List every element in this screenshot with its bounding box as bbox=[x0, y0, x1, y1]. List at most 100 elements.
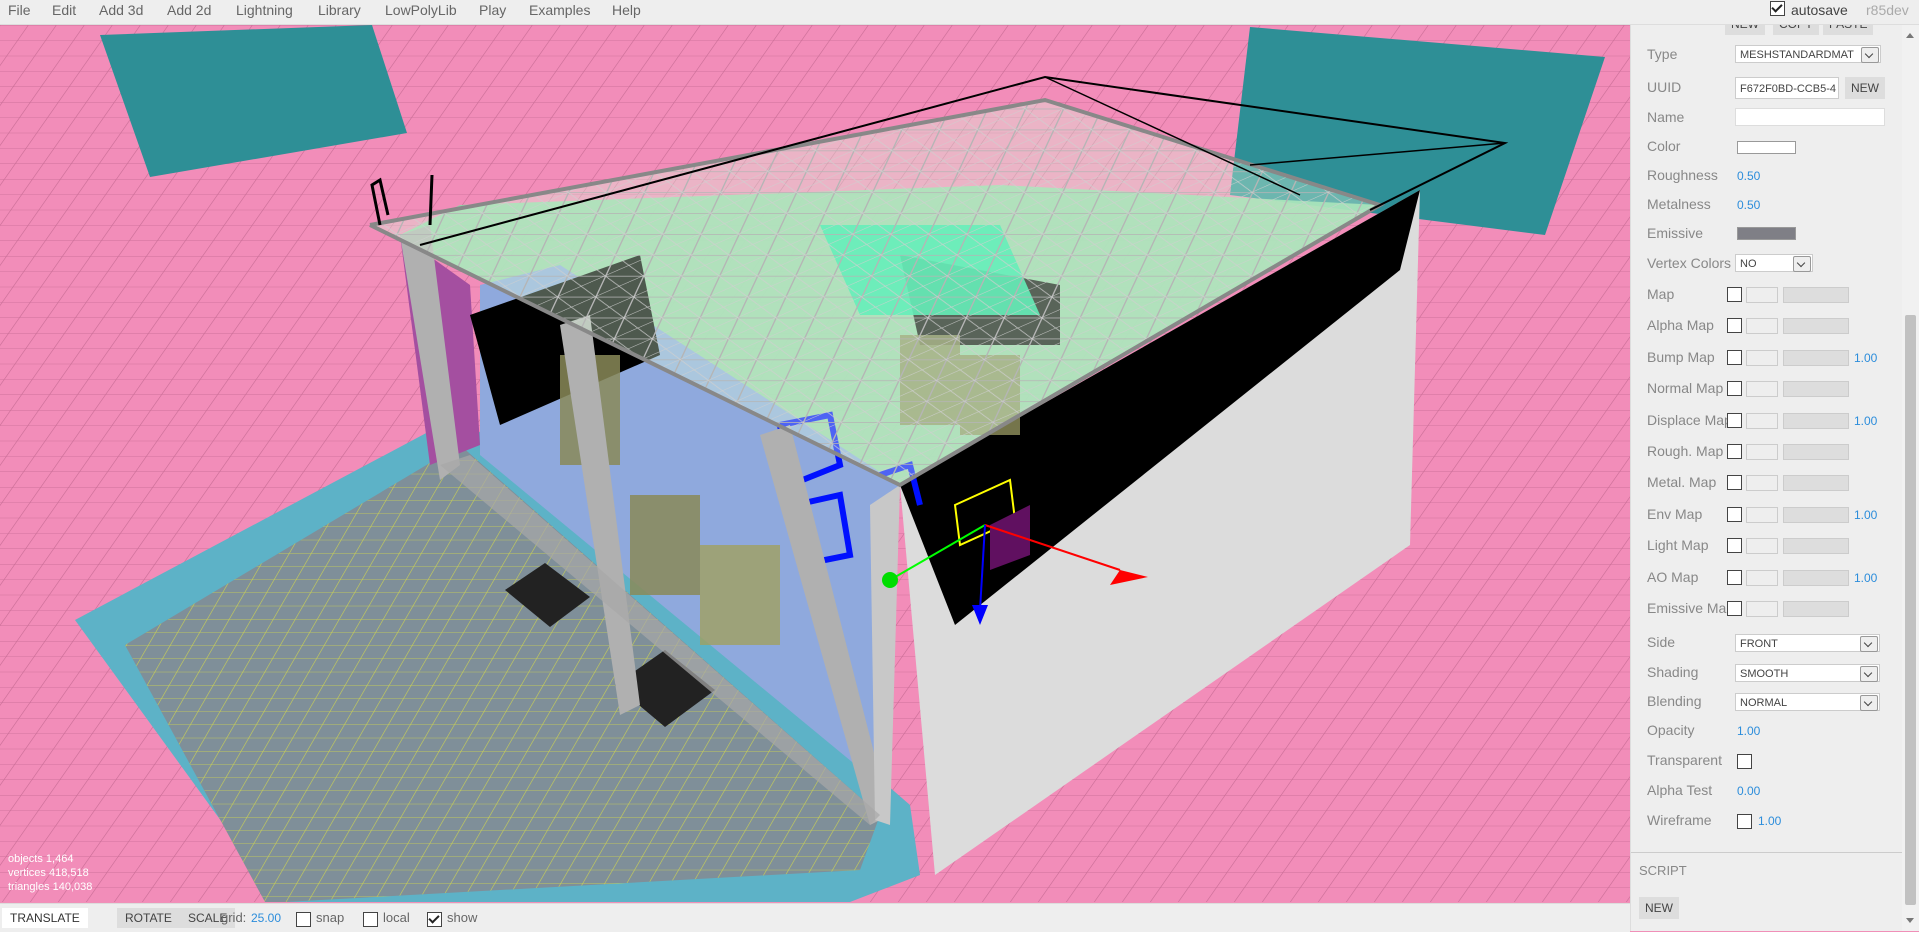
alpha-map-checkbox[interactable] bbox=[1727, 318, 1742, 333]
env-map-checkbox[interactable] bbox=[1727, 507, 1742, 522]
displace-map-row: Displace Map 1.00 bbox=[1639, 409, 1894, 433]
ao-map-thumbnail[interactable] bbox=[1746, 570, 1778, 586]
metal-map-slot[interactable] bbox=[1783, 475, 1849, 491]
emissive-swatch[interactable] bbox=[1737, 227, 1796, 240]
shading-select[interactable]: SMOOTH bbox=[1735, 664, 1880, 682]
light-map-label: Light Map bbox=[1647, 537, 1709, 553]
color-row: Color bbox=[1639, 135, 1894, 159]
metalness-label: Metalness bbox=[1647, 196, 1711, 212]
metal-map-thumbnail[interactable] bbox=[1746, 475, 1778, 491]
transparent-row: Transparent bbox=[1639, 749, 1894, 773]
map-slot[interactable] bbox=[1783, 287, 1849, 303]
grid-value-input[interactable]: 25.00 bbox=[251, 908, 281, 928]
light-map-checkbox[interactable] bbox=[1727, 538, 1742, 553]
menu-edit[interactable]: Edit bbox=[52, 0, 76, 24]
vertex-colors-select[interactable]: NO bbox=[1735, 254, 1813, 272]
snap-checkbox[interactable] bbox=[296, 912, 311, 927]
env-map-slot[interactable] bbox=[1783, 507, 1849, 523]
color-swatch[interactable] bbox=[1737, 141, 1796, 154]
ao-map-slot[interactable] bbox=[1783, 570, 1849, 586]
menu-file[interactable]: File bbox=[8, 0, 31, 24]
sidebar-scrollbar[interactable] bbox=[1902, 25, 1919, 931]
light-map-thumbnail[interactable] bbox=[1746, 538, 1778, 554]
alpha-test-row: Alpha Test 0.00 bbox=[1639, 779, 1894, 803]
roughness-number[interactable]: 0.50 bbox=[1737, 165, 1760, 187]
side-select[interactable]: FRONT bbox=[1735, 634, 1880, 652]
env-map-row: Env Map 1.00 bbox=[1639, 503, 1894, 527]
metal-map-checkbox[interactable] bbox=[1727, 475, 1742, 490]
wireframe-row: Wireframe 1.00 bbox=[1639, 809, 1894, 833]
menu-add-3d[interactable]: Add 3d bbox=[99, 0, 143, 24]
name-input[interactable] bbox=[1735, 108, 1885, 126]
wireframe-checkbox[interactable] bbox=[1737, 814, 1752, 829]
bump-map-thumbnail[interactable] bbox=[1746, 350, 1778, 366]
scroll-up-icon[interactable] bbox=[1906, 33, 1914, 38]
displace-map-scale-number[interactable]: 1.00 bbox=[1854, 410, 1877, 432]
normal-map-slot[interactable] bbox=[1783, 381, 1849, 397]
side-row: Side FRONT bbox=[1639, 631, 1894, 655]
light-map-slot[interactable] bbox=[1783, 538, 1849, 554]
menu-play[interactable]: Play bbox=[479, 0, 506, 24]
displace-map-thumbnail[interactable] bbox=[1746, 413, 1778, 429]
uuid-field[interactable]: F672F0BD-CCB5-4 bbox=[1735, 77, 1839, 99]
rough-map-thumbnail[interactable] bbox=[1746, 444, 1778, 460]
local-checkbox[interactable] bbox=[363, 912, 378, 927]
rough-map-slot[interactable] bbox=[1783, 444, 1849, 460]
menu-lightning[interactable]: Lightning bbox=[236, 0, 293, 24]
alpha-test-number[interactable]: 0.00 bbox=[1737, 780, 1760, 802]
alpha-map-thumbnail[interactable] bbox=[1746, 318, 1778, 334]
rotate-button[interactable]: ROTATE bbox=[117, 908, 180, 928]
roughness-label: Roughness bbox=[1647, 167, 1718, 183]
show-checkbox[interactable] bbox=[427, 912, 442, 927]
menu-help[interactable]: Help bbox=[612, 0, 641, 24]
map-row: Map bbox=[1639, 283, 1894, 307]
transparent-checkbox[interactable] bbox=[1737, 754, 1752, 769]
emissive-map-thumbnail[interactable] bbox=[1746, 601, 1778, 617]
transparent-label: Transparent bbox=[1647, 752, 1722, 768]
blending-select[interactable]: NORMAL bbox=[1735, 693, 1880, 711]
emissive-map-checkbox[interactable] bbox=[1727, 601, 1742, 616]
name-row: Name bbox=[1639, 106, 1894, 130]
chevron-down-icon bbox=[1793, 256, 1811, 272]
env-map-thumbnail[interactable] bbox=[1746, 507, 1778, 523]
bump-map-scale-number[interactable]: 1.00 bbox=[1854, 347, 1877, 369]
opacity-row: Opacity 1.00 bbox=[1639, 719, 1894, 743]
normal-map-checkbox[interactable] bbox=[1727, 381, 1742, 396]
wireframe-label: Wireframe bbox=[1647, 812, 1712, 828]
opacity-number[interactable]: 1.00 bbox=[1737, 720, 1760, 742]
translate-button[interactable]: TRANSLATE bbox=[2, 908, 88, 928]
menu-library[interactable]: Library bbox=[318, 0, 361, 24]
normal-map-thumbnail[interactable] bbox=[1746, 381, 1778, 397]
ao-map-checkbox[interactable] bbox=[1727, 570, 1742, 585]
map-thumbnail[interactable] bbox=[1746, 287, 1778, 303]
menu-add-2d[interactable]: Add 2d bbox=[167, 0, 211, 24]
emissive-map-slot[interactable] bbox=[1783, 601, 1849, 617]
alpha-map-slot[interactable] bbox=[1783, 318, 1849, 334]
bump-map-slot[interactable] bbox=[1783, 350, 1849, 366]
menu-examples[interactable]: Examples bbox=[529, 0, 590, 24]
new-script-button[interactable]: NEW bbox=[1639, 897, 1679, 919]
map-checkbox[interactable] bbox=[1727, 287, 1742, 302]
displace-map-slot[interactable] bbox=[1783, 413, 1849, 429]
alpha-map-label: Alpha Map bbox=[1647, 317, 1714, 333]
chevron-down-icon bbox=[1860, 636, 1878, 652]
rough-map-checkbox[interactable] bbox=[1727, 444, 1742, 459]
alpha-test-label: Alpha Test bbox=[1647, 782, 1713, 798]
metalness-number[interactable]: 0.50 bbox=[1737, 194, 1760, 216]
autosave-checkbox[interactable] bbox=[1770, 1, 1785, 16]
scroll-down-icon[interactable] bbox=[1906, 918, 1914, 923]
menu-lowpolylib[interactable]: LowPolyLib bbox=[385, 0, 457, 24]
paste-material-button[interactable]: PASTE bbox=[1823, 25, 1874, 35]
wireframe-linewidth-number[interactable]: 1.00 bbox=[1758, 810, 1781, 832]
new-material-button[interactable]: NEW bbox=[1725, 25, 1765, 35]
uuid-row: UUID F672F0BD-CCB5-4 NEW bbox=[1639, 76, 1894, 100]
uuid-new-button[interactable]: NEW bbox=[1845, 77, 1885, 99]
bump-map-checkbox[interactable] bbox=[1727, 350, 1742, 365]
type-select[interactable]: MESHSTANDARDMAT bbox=[1735, 45, 1881, 63]
displace-map-checkbox[interactable] bbox=[1727, 413, 1742, 428]
viewport-3d[interactable]: objects 1,464 vertices 418,518 triangles… bbox=[0, 25, 1630, 902]
copy-material-button[interactable]: COPY bbox=[1773, 25, 1820, 35]
env-map-scale-number[interactable]: 1.00 bbox=[1854, 504, 1877, 526]
ao-map-scale-number[interactable]: 1.00 bbox=[1854, 567, 1877, 589]
scroll-thumb[interactable] bbox=[1905, 315, 1916, 905]
